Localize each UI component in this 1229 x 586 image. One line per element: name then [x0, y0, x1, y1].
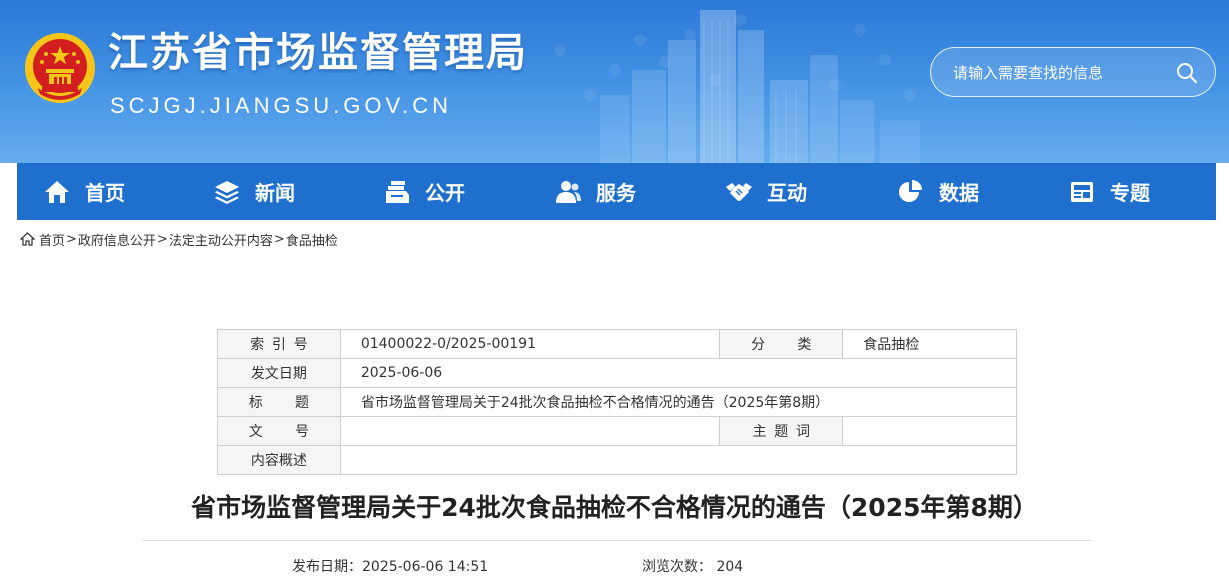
- documents-icon: [386, 180, 409, 203]
- breadcrumb-item-food-inspection[interactable]: 食品抽检: [286, 230, 338, 249]
- breadcrumb-separator: >: [66, 231, 77, 247]
- table-cell: 索引号: [217, 329, 341, 359]
- search-icon[interactable]: [1175, 61, 1199, 85]
- users-icon: [556, 180, 581, 203]
- table-cell: 主题词: [719, 416, 844, 446]
- view-count-value: 204: [716, 559, 744, 575]
- nav-item-label: 服务: [596, 181, 636, 205]
- index-value: 01400022-0/2025-00191: [339, 329, 721, 359]
- national-emblem-logo: [25, 33, 95, 103]
- nav-item-label: 首页: [85, 181, 125, 205]
- keyword-label: 主题词: [752, 424, 818, 440]
- date-label: 发文日期: [217, 358, 341, 388]
- nav-item-interaction[interactable]: 互动: [725, 163, 807, 220]
- table-row: 标题 省市场监督管理局关于24批次食品抽检不合格情况的通告（2025年第8期）: [217, 387, 1018, 417]
- main-nav: 首页 新闻 公开 服务 互动 数据 专题: [17, 163, 1216, 220]
- nav-item-label: 互动: [767, 181, 807, 205]
- publish-date: 发布日期：2025-06-06 14:51: [292, 558, 488, 576]
- breadcrumb-item-gov-info[interactable]: 政府信息公开: [78, 230, 156, 249]
- document-info-table: 索引号 01400022-0/2025-00191 分类 食品抽检 发文日期 2…: [217, 329, 1018, 475]
- table-cell: 标题: [217, 387, 342, 417]
- breadcrumb: 首页 > 政府信息公开 > 法定主动公开内容 > 食品抽检: [20, 230, 338, 249]
- keyword-value: [842, 416, 1017, 446]
- table-row: 文号 主题词: [217, 416, 1017, 446]
- view-count: 浏览次数： 204: [642, 558, 743, 576]
- breadcrumb-item-statutory[interactable]: 法定主动公开内容: [169, 230, 273, 249]
- table-row: 内容概述: [217, 445, 1018, 475]
- publish-date-label: 发布日期：: [292, 559, 362, 575]
- article-title: 省市场监督管理局关于24批次食品抽检不合格情况的通告（2025年第8期）: [191, 493, 1038, 522]
- publish-date-value: 2025-06-06 14:51: [362, 559, 489, 575]
- nav-item-home[interactable]: 首页: [43, 163, 125, 220]
- table-cell: 分类: [719, 329, 844, 359]
- search-box: [930, 47, 1216, 97]
- title-label: 标题: [248, 395, 342, 411]
- nav-item-label: 新闻: [255, 181, 295, 205]
- breadcrumb-separator: >: [156, 231, 168, 247]
- search-input[interactable]: [953, 61, 1163, 85]
- nav-item-topics[interactable]: 专题: [1068, 163, 1150, 220]
- docno-label: 文号: [248, 424, 342, 440]
- pie-chart-icon: [899, 179, 922, 202]
- breadcrumb-item-home[interactable]: 首页: [39, 230, 65, 249]
- summary-value: [339, 445, 1018, 475]
- site-domain: SCJGJ.JIANGSU.GOV.CN: [110, 93, 453, 118]
- view-count-label: 浏览次数：: [642, 559, 712, 575]
- index-label: 索引号: [250, 337, 316, 353]
- home-icon: [20, 232, 35, 246]
- table-cell: 文号: [217, 416, 342, 446]
- table-row: 发文日期 2025-06-06: [217, 358, 1018, 388]
- handshake-icon: [726, 182, 752, 201]
- nav-item-label: 公开: [425, 181, 465, 205]
- nav-item-service[interactable]: 服务: [554, 163, 636, 220]
- category-value: 食品抽检: [842, 329, 1017, 359]
- layers-icon: [215, 180, 239, 204]
- newspaper-icon: [1071, 181, 1093, 202]
- date-value: 2025-06-06: [339, 358, 1018, 388]
- docno-value: [339, 416, 721, 446]
- nav-item-label: 专题: [1110, 181, 1150, 205]
- nav-item-label: 数据: [939, 181, 979, 205]
- divider: [142, 540, 1092, 541]
- category-label: 分类: [751, 337, 844, 353]
- summary-label: 内容概述: [217, 445, 341, 475]
- nav-item-public[interactable]: 公开: [383, 163, 465, 220]
- nav-item-data[interactable]: 数据: [897, 163, 979, 220]
- site-header: 江苏省市场监督管理局 SCJGJ.JIANGSU.GOV.CN: [0, 0, 1229, 163]
- nav-item-news[interactable]: 新闻: [213, 163, 295, 220]
- breadcrumb-separator: >: [273, 231, 285, 247]
- title-value: 省市场监督管理局关于24批次食品抽检不合格情况的通告（2025年第8期）: [339, 387, 1018, 417]
- table-row: 索引号 01400022-0/2025-00191 分类 食品抽检: [217, 329, 1017, 359]
- home-icon: [45, 180, 69, 203]
- site-title: 江苏省市场监督管理局: [108, 30, 528, 76]
